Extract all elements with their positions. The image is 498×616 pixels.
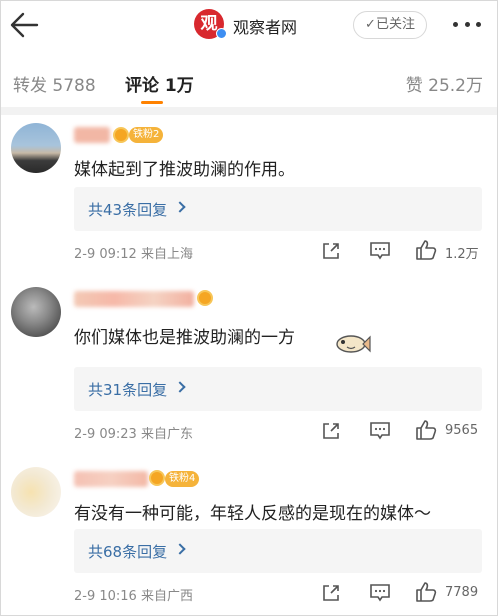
account-name[interactable]: 观察者网 [233, 14, 297, 38]
comment-icon[interactable] [369, 241, 391, 261]
comment-meta: 2-9 09:12 来自上海 [74, 247, 193, 262]
comment-meta: 2-9 10:16 来自广西 [74, 589, 193, 604]
comment-text: 媒体起到了推波助澜的作用。 [74, 160, 295, 180]
share-icon[interactable] [321, 583, 341, 603]
avatar[interactable] [11, 287, 61, 337]
comment-text: 你们媒体也是推波助澜的一方 [74, 328, 295, 348]
tab-likes[interactable]: 赞 25.2万 [406, 71, 483, 96]
replies-box[interactable]: 共43条回复 [74, 187, 482, 231]
followed-button[interactable]: ✓已关注 [353, 11, 427, 39]
chevron-right-icon [174, 381, 186, 393]
like-count: 1.2万 [445, 247, 479, 262]
username-blurred[interactable] [74, 127, 110, 143]
comment-icon[interactable] [369, 583, 391, 603]
comment-text: 有没有一种可能，年轻人反感的是现在的媒体～ [74, 504, 431, 524]
tab-comments[interactable]: 评论 1万 [125, 71, 194, 96]
comment-meta: 2-9 09:23 来自广东 [74, 427, 193, 442]
replies-link[interactable]: 共43条回复 [88, 199, 167, 220]
fan-level-icon [197, 290, 213, 306]
thumbs-up-icon[interactable] [415, 239, 437, 261]
more-dots-icon[interactable] [453, 22, 481, 28]
share-icon[interactable] [321, 421, 341, 441]
replies-link[interactable]: 共68条回复 [88, 541, 167, 562]
fish-emoji-icon [336, 335, 371, 353]
username-blurred[interactable] [74, 291, 194, 307]
like-count: 9565 [445, 423, 479, 438]
top-bar: 观 观察者网 ✓已关注 [1, 1, 497, 49]
back-arrow-icon[interactable] [7, 9, 41, 41]
fan-badge: 铁粉4 [165, 471, 200, 487]
thumbs-up-icon[interactable] [415, 581, 437, 603]
verified-badge-icon [216, 28, 227, 39]
username-blurred[interactable] [74, 471, 148, 487]
comment-icon[interactable] [369, 421, 391, 441]
fan-level-icon [113, 127, 129, 143]
replies-box[interactable]: 共31条回复 [74, 367, 482, 411]
fan-badge: 铁粉2 [129, 127, 164, 143]
section-divider [1, 107, 497, 115]
tab-reposts[interactable]: 转发 5788 [13, 71, 96, 96]
fan-level-icon [149, 470, 165, 486]
avatar[interactable] [11, 123, 61, 173]
like-count: 7789 [445, 585, 479, 600]
replies-link[interactable]: 共31条回复 [88, 379, 167, 400]
active-tab-indicator [141, 101, 163, 104]
share-icon[interactable] [321, 241, 341, 261]
thumbs-up-icon[interactable] [415, 419, 437, 441]
avatar[interactable] [11, 467, 61, 517]
replies-box[interactable]: 共68条回复 [74, 529, 482, 573]
tab-bar: 转发 5788 评论 1万 赞 25.2万 [1, 59, 497, 107]
chevron-right-icon [174, 543, 186, 555]
chevron-right-icon [174, 201, 186, 213]
